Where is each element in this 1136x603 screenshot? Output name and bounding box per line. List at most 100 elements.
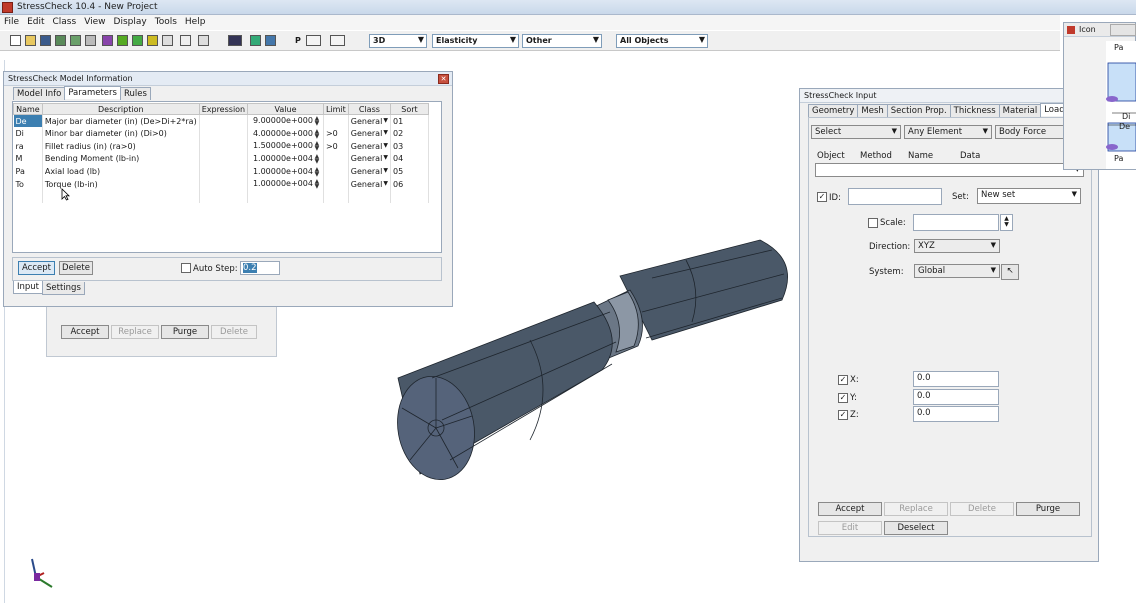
delete-button[interactable]: Delete [59,261,93,275]
y-checkbox[interactable]: ✓ [838,393,848,403]
param-expression[interactable] [199,165,249,178]
param-limit[interactable]: >0 [323,139,349,153]
behind-accept-button[interactable]: Accept [61,325,109,339]
tab-thickness[interactable]: Thickness [949,104,1000,117]
param-description[interactable]: Bending Moment (lb-in) [42,152,200,166]
menu-help[interactable]: Help [181,15,210,29]
tab-model-info[interactable]: Model Info [13,87,66,100]
id-checkbox[interactable]: ✓ [817,192,827,202]
menu-tools[interactable]: Tools [151,15,181,29]
dropdown-arrow-icon[interactable]: ▼ [383,180,388,187]
tab-rules[interactable]: Rules [119,87,151,100]
table-row[interactable]: Pa Axial load (lb) ▲ ▼ 1.00000e+004 ▼ Gener… [13,165,429,178]
param-class-cell[interactable]: ▼ General [348,127,392,140]
dropdown-arrow-icon[interactable]: ▼ [383,117,388,124]
table-row[interactable]: Di Minor bar diameter (in) (Di>0) ▲ ▼ 4.00… [13,127,429,140]
column-header[interactable]: Class [347,103,392,115]
table-row[interactable]: De Major bar diameter (in) (De>Di+2*ra) … [13,114,429,128]
column-header[interactable]: Expression [198,103,249,115]
save-icon[interactable] [40,35,51,46]
param-limit[interactable] [323,152,349,166]
input-accept-button[interactable]: Accept [818,502,882,516]
param-description[interactable]: Major bar diameter (in) (De>Di+2*ra) [42,114,200,128]
param-value-cell[interactable]: ▲ ▼ 1.00000e+004 [247,152,324,166]
param-expression[interactable] [199,127,249,140]
input-edit-button[interactable]: Edit [818,521,882,535]
param-class-cell[interactable]: ▼ General [348,165,392,178]
table-row[interactable]: To Torque (lb-in) ▲ ▼ 1.00000e+004 ▼ Genera… [13,177,429,191]
column-header[interactable]: Description [41,103,200,115]
tab-section-prop[interactable]: Section Prop. [886,104,951,117]
menu-view[interactable]: View [80,15,109,29]
spinner-icon[interactable]: ▲ ▼ [313,179,321,190]
view-mode-select[interactable]: 3D ▼ [369,34,427,48]
behind-replace-button[interactable]: Replace [111,325,159,339]
spinner-icon[interactable]: ▲ ▼ [313,141,321,152]
open-folder-icon[interactable] [25,35,36,46]
pick-system-icon[interactable]: ↖ [1001,264,1019,280]
auto-step-checkbox[interactable] [181,263,191,273]
dropdown-arrow-icon[interactable]: ▼ [383,129,388,136]
tab-material[interactable]: Material [998,104,1042,117]
table-row-empty[interactable] [13,190,429,204]
scale-field[interactable] [913,214,999,231]
param-sort[interactable]: 02 [390,127,429,140]
param-class-cell[interactable]: ▼ General [348,177,392,191]
system-combo[interactable]: Global ▼ [914,264,1000,278]
parameter-icon[interactable] [180,35,191,46]
dropdown-arrow-icon[interactable]: ▼ [383,167,388,174]
param-value[interactable]: 9.00000e+000 [253,116,313,125]
view-icon[interactable] [330,35,345,46]
set-combo[interactable]: New set ▼ [977,188,1081,204]
minimize-icon[interactable] [1110,24,1136,36]
param-value-cell[interactable]: ▲ ▼ 4.00000e+000 [247,127,324,140]
filter-select[interactable]: Other ▼ [522,34,602,48]
beam-icon[interactable] [265,35,276,46]
param-description[interactable]: Fillet radius (in) (ra>0) [42,139,200,153]
menu-class[interactable]: Class [49,15,81,29]
tab-parameters[interactable]: Parameters [64,86,121,99]
grid-icon[interactable] [306,35,321,46]
scale-checkbox[interactable] [868,218,878,228]
column-header[interactable]: Limit [322,103,349,115]
column-header[interactable]: Name [13,103,43,115]
param-sort[interactable]: 04 [390,152,429,166]
select-mode-combo[interactable]: Select ▼ [811,125,901,139]
table-row[interactable]: M Bending Moment (lb-in) ▲ ▼ 1.00000e+004 … [13,152,429,166]
param-value-cell[interactable]: ▲ ▼ 1.00000e+004 [247,177,324,191]
spinner-icon[interactable]: ▲ ▼ [313,116,321,127]
param-value-cell[interactable]: ▲ ▼ 1.50000e+000 [247,139,324,153]
input-deselect-button[interactable]: Deselect [884,521,948,535]
param-limit[interactable] [323,114,349,128]
param-name[interactable]: Pa [13,165,43,178]
export-icon[interactable] [70,35,81,46]
menu-file[interactable]: File [0,15,23,29]
param-name[interactable]: M [13,152,43,166]
tab-mesh[interactable]: Mesh [857,104,888,117]
param-description[interactable]: Axial load (lb) [42,165,200,178]
input-replace-button[interactable]: Replace [884,502,948,516]
menu-display[interactable]: Display [110,15,151,29]
x-field[interactable]: 0.0 [913,371,999,387]
param-value-cell[interactable]: ▲ ▼ 1.00000e+004 [247,165,324,178]
spinner-icon[interactable]: ▲ ▼ [313,166,321,177]
tab-settings[interactable]: Settings [42,282,85,295]
help-pointer-icon[interactable] [198,35,209,46]
y-field[interactable]: 0.0 [913,389,999,405]
column-header[interactable]: Sort [390,103,429,115]
new-file-icon[interactable] [10,35,21,46]
dropdown-arrow-icon[interactable]: ▼ [383,142,388,149]
param-class-cell[interactable]: ▼ General [348,152,392,166]
print-icon[interactable] [85,35,96,46]
spinner-icon[interactable]: ▲ ▼ [313,128,321,139]
param-name[interactable]: ra [13,139,43,153]
param-value[interactable]: 1.00000e+004 [253,167,313,176]
element-combo[interactable]: Any Element ▼ [904,125,992,139]
param-limit[interactable] [323,177,349,191]
scale-spinner-icon[interactable]: ▲ ▼ [1000,214,1013,231]
column-header[interactable]: Value [247,103,324,115]
param-sort[interactable]: 05 [390,165,429,178]
param-class-cell[interactable]: ▼ General [348,139,392,153]
solve-icon[interactable] [132,35,143,46]
param-class-cell[interactable]: ▼ General [348,114,392,128]
